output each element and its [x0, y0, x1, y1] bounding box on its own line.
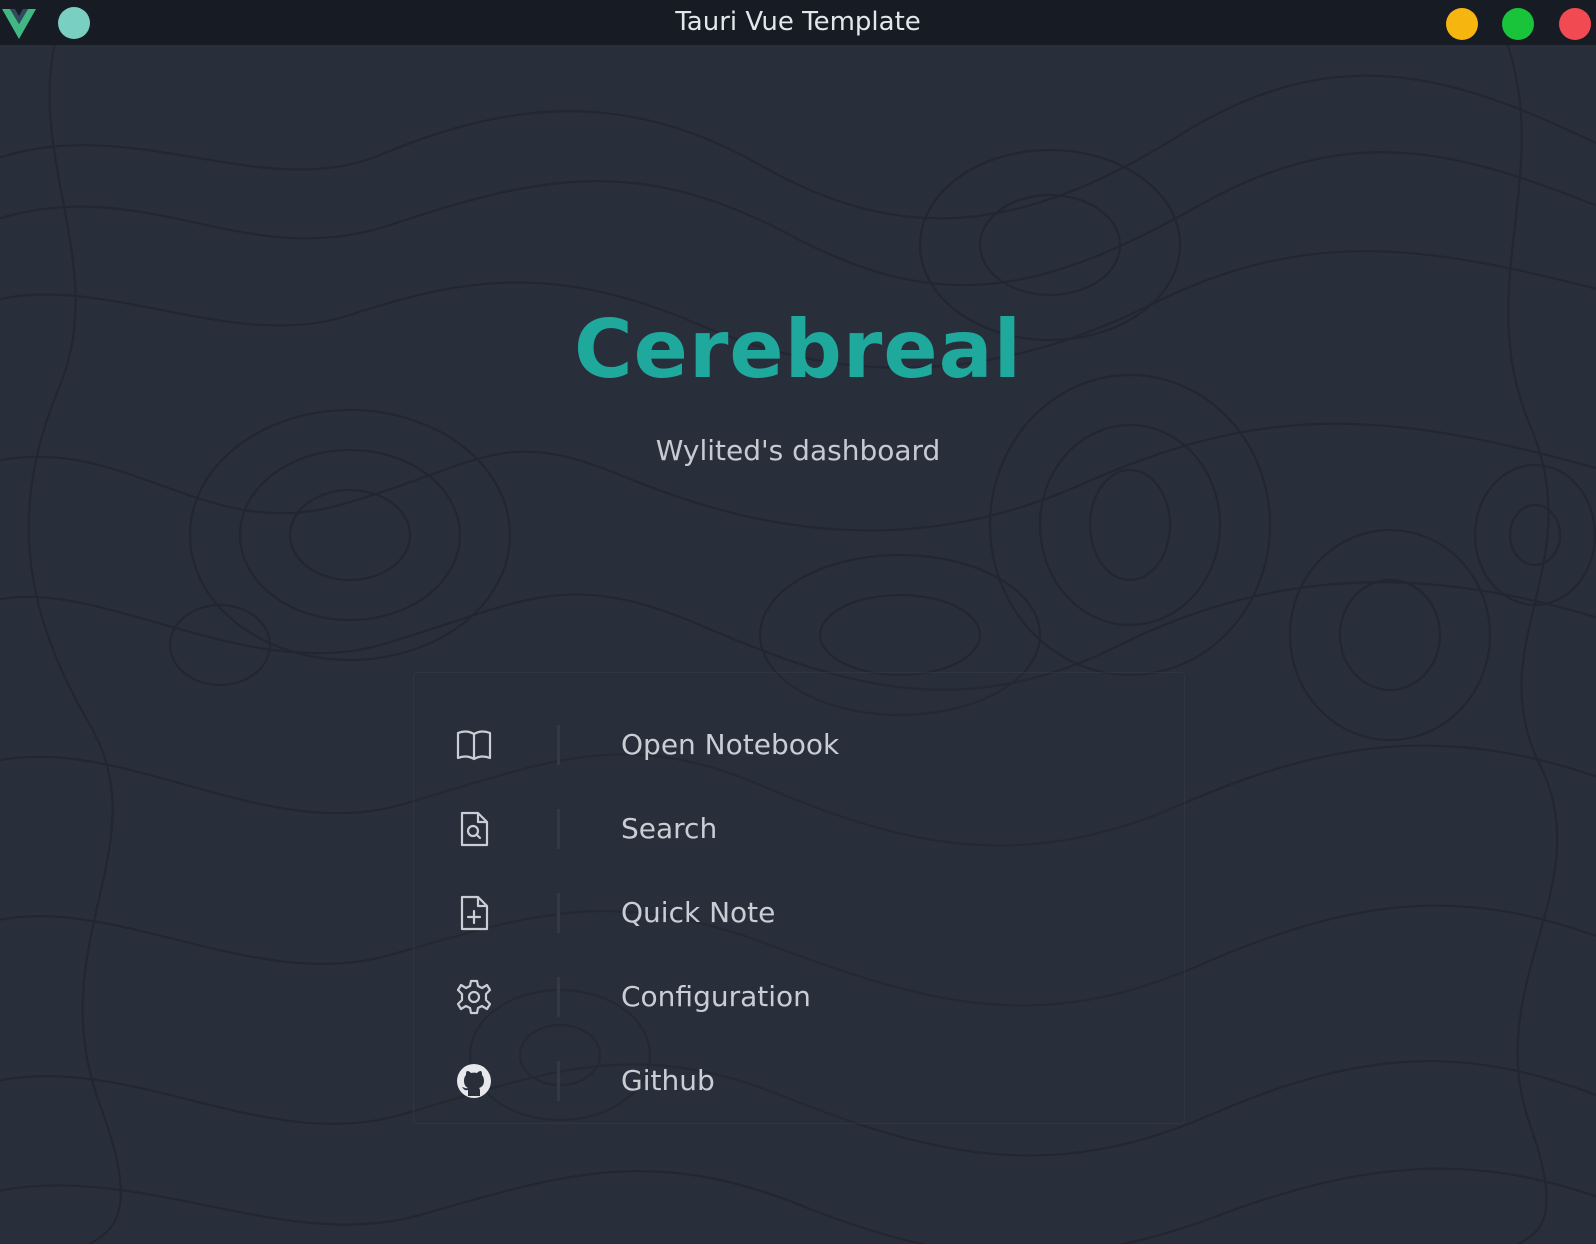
gear-icon — [456, 979, 492, 1015]
menu-divider — [557, 893, 560, 933]
file-plus-icon — [460, 895, 489, 931]
window-title: Tauri Vue Template — [675, 7, 921, 37]
title-bar: Tauri Vue Template — [0, 0, 1596, 45]
menu-item-search[interactable]: Search — [414, 787, 1184, 871]
close-button[interactable] — [1559, 8, 1591, 40]
menu-item-quick-note[interactable]: Quick Note — [414, 871, 1184, 955]
menu-item-github[interactable]: Github — [414, 1039, 1184, 1123]
menu-divider — [557, 725, 560, 765]
menu-item-label: Search — [621, 812, 718, 845]
menu-divider — [557, 977, 560, 1017]
menu-item-label: Open Notebook — [621, 728, 840, 761]
menu-divider — [557, 809, 560, 849]
file-search-icon — [460, 811, 489, 847]
dashboard-subtitle: Wylited's dashboard — [655, 434, 941, 467]
minimize-button[interactable] — [1446, 8, 1478, 40]
menu-item-configuration[interactable]: Configuration — [414, 955, 1184, 1039]
menu-item-label: Configuration — [621, 980, 811, 1013]
dashboard-content: Cerebreal Wylited's dashboard Open Noteb… — [0, 45, 1596, 1244]
book-open-icon — [456, 730, 492, 761]
menu-item-label: Github — [621, 1064, 715, 1097]
maximize-button[interactable] — [1502, 8, 1534, 40]
menu-divider — [557, 1061, 560, 1101]
github-icon — [457, 1064, 491, 1098]
menu-item-label: Quick Note — [621, 896, 776, 929]
app-title: Cerebreal — [573, 303, 1023, 396]
menu-panel: Open Notebook Search Quick Note Configur… — [413, 672, 1185, 1124]
menu-item-open-notebook[interactable]: Open Notebook — [414, 703, 1184, 787]
